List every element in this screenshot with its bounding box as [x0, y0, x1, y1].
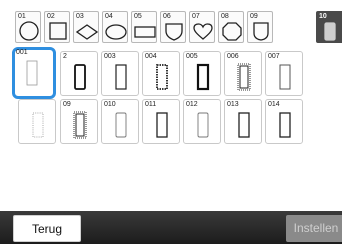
frame-thin-rounded-icon	[197, 112, 209, 138]
shape-tab-06[interactable]: 06	[160, 11, 186, 43]
frame-thick-solid-icon	[74, 64, 86, 90]
settings-button[interactable]: Instellen	[286, 215, 342, 242]
frame-grid: 001 2 003 004 005 006 007 09 010 011 012…	[0, 47, 342, 157]
frame-005[interactable]: 005	[183, 51, 221, 96]
shape-tab-07[interactable]: 07	[189, 11, 215, 43]
shield-icon	[165, 23, 183, 41]
frame-010[interactable]: 010	[101, 99, 139, 144]
frame-number: 001	[16, 49, 28, 56]
frame-014[interactable]: 014	[265, 99, 303, 144]
shape-tab-10[interactable]: 10	[316, 11, 342, 43]
shape-tab-03[interactable]: 03	[73, 11, 99, 43]
frame-008[interactable]	[18, 99, 56, 144]
diamond-icon	[76, 24, 98, 40]
frame-number: 011	[145, 101, 157, 108]
octagon-icon	[222, 22, 242, 41]
frame-dotted-double-icon	[237, 63, 251, 91]
frame-006[interactable]: 006	[224, 51, 262, 96]
frame-007[interactable]: 007	[265, 51, 303, 96]
shape-tab-04[interactable]: 04	[102, 11, 128, 43]
circle-icon	[19, 21, 39, 41]
oval-icon	[105, 24, 127, 40]
frame-double-icon	[196, 63, 210, 91]
rectangle-icon	[134, 26, 156, 38]
shape-tab-01[interactable]: 01	[15, 11, 41, 43]
frame-solid-icon	[156, 112, 168, 138]
frame-number: 013	[227, 101, 239, 108]
frame-pattern-screen: 01 02 03 04 05 06 07 08 09 10 001 2 003 …	[0, 0, 342, 244]
frame-003[interactable]: 003	[101, 51, 139, 96]
frame-dashed-thick-icon	[156, 64, 168, 90]
shape-tab-08[interactable]: 08	[218, 11, 244, 43]
frame-number: 012	[186, 101, 198, 108]
frame-thin-light-icon	[279, 64, 291, 90]
frame-solid-icon	[279, 112, 291, 138]
frame-number: 007	[268, 53, 280, 60]
frame-001[interactable]: 001	[12, 47, 56, 99]
frame-013[interactable]: 013	[224, 99, 262, 144]
frame-004[interactable]: 004	[142, 51, 180, 96]
shape-tab-09[interactable]: 09	[247, 11, 273, 43]
frame-number: 003	[104, 53, 116, 60]
square-icon	[49, 22, 67, 40]
frame-dotted-light-icon	[32, 112, 44, 138]
rounded-rect-icon	[324, 22, 336, 41]
frame-012[interactable]: 012	[183, 99, 221, 144]
frame-number: 006	[227, 53, 239, 60]
frame-002[interactable]: 2	[60, 51, 98, 96]
frame-number: 2	[63, 53, 67, 60]
frame-011[interactable]: 011	[142, 99, 180, 144]
shape-tab-02[interactable]: 02	[44, 11, 70, 43]
frame-number: 014	[268, 101, 280, 108]
frame-dotted-double-icon	[73, 111, 87, 139]
bottom-action-bar: Terug Instellen	[0, 211, 342, 244]
shape-tab-05[interactable]: 05	[131, 11, 157, 43]
frame-solid-icon	[115, 64, 127, 90]
shape-tab-bar: 01 02 03 04 05 06 07 08 09 10	[0, 11, 342, 45]
frame-number: 09	[63, 101, 71, 108]
frame-009[interactable]: 09	[60, 99, 98, 144]
frame-solid-icon	[238, 112, 250, 138]
shield-round-icon	[253, 22, 269, 41]
back-button[interactable]: Terug	[13, 215, 81, 242]
frame-thin-rounded-icon	[115, 112, 127, 138]
frame-number: 010	[104, 101, 116, 108]
heart-icon	[193, 23, 213, 40]
frame-number: 005	[186, 53, 198, 60]
frame-thin-solid-icon	[26, 60, 38, 86]
frame-number: 004	[145, 53, 157, 60]
